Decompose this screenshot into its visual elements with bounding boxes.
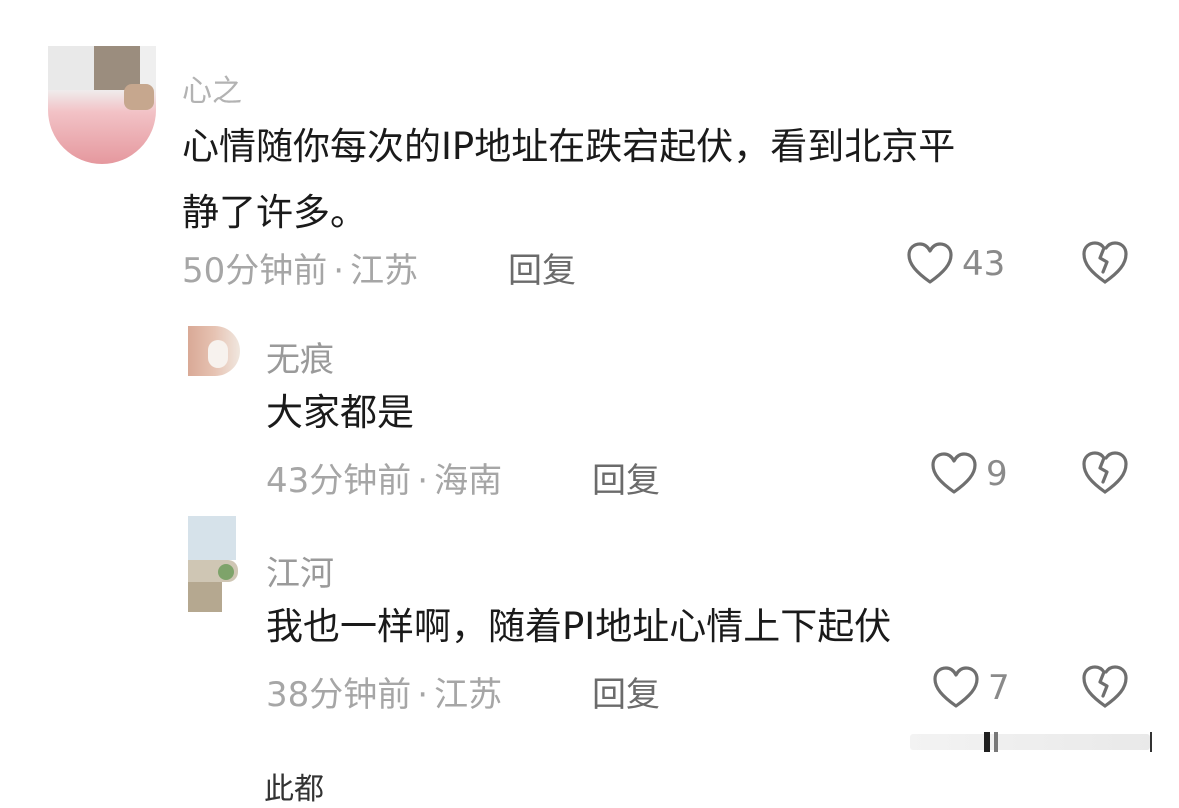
comment-meta: 50分钟前 · 江苏 — [182, 243, 418, 292]
reply-username[interactable]: 无痕 — [266, 332, 334, 381]
like-count: 9 — [986, 454, 1008, 494]
dislike-button[interactable] — [1080, 240, 1130, 286]
timestamp: 43分钟前 — [266, 461, 412, 501]
scrollbar[interactable] — [910, 730, 1160, 754]
meta-separator: · — [417, 461, 429, 501]
meta-separator: · — [333, 251, 345, 291]
like-count: 43 — [962, 244, 1006, 284]
meta-separator: · — [417, 675, 429, 715]
reply-meta: 38分钟前 · 江苏 — [266, 667, 502, 716]
like-button[interactable]: 7 — [932, 666, 1010, 710]
heart-outline-icon — [932, 666, 980, 710]
like-count: 7 — [988, 668, 1010, 708]
reply-button[interactable]: 回复 — [592, 667, 660, 716]
heart-outline-icon — [930, 452, 978, 496]
reply-button[interactable]: 回复 — [508, 243, 576, 292]
location: 江苏 — [350, 251, 419, 291]
dislike-button[interactable] — [1080, 450, 1130, 496]
reply-button[interactable]: 回复 — [592, 453, 660, 502]
location: 海南 — [434, 461, 503, 501]
avatar[interactable] — [188, 516, 238, 612]
like-button[interactable]: 9 — [930, 452, 1008, 496]
comment-text-line: 静了许多。 — [182, 191, 367, 234]
comment-text: 心情随你每次的IP地址在跌宕起伏，看到北京平 静了许多。 — [182, 114, 955, 246]
avatar[interactable] — [48, 46, 156, 164]
reply-text: 大家都是 — [266, 391, 414, 434]
reply-username[interactable]: 江河 — [266, 546, 334, 595]
reply-meta: 43分钟前 · 海南 — [266, 453, 502, 502]
comment-username[interactable]: 心之 — [182, 66, 242, 110]
comment-text-line: 心情随你每次的IP地址在跌宕起伏，看到北京平 — [182, 125, 956, 168]
like-button[interactable]: 43 — [906, 242, 1005, 286]
broken-heart-icon — [1080, 240, 1130, 286]
heart-outline-icon — [906, 242, 954, 286]
broken-heart-icon — [1080, 664, 1130, 710]
timestamp: 50分钟前 — [182, 251, 328, 291]
avatar[interactable] — [188, 326, 240, 376]
broken-heart-icon — [1080, 450, 1130, 496]
location: 江苏 — [434, 675, 503, 715]
reply-text: 我也一样啊，随着PI地址心情上下起伏 — [266, 605, 892, 648]
dislike-button[interactable] — [1080, 664, 1130, 710]
timestamp: 38分钟前 — [266, 675, 412, 715]
next-reply-username[interactable]: 此都 — [264, 764, 324, 808]
